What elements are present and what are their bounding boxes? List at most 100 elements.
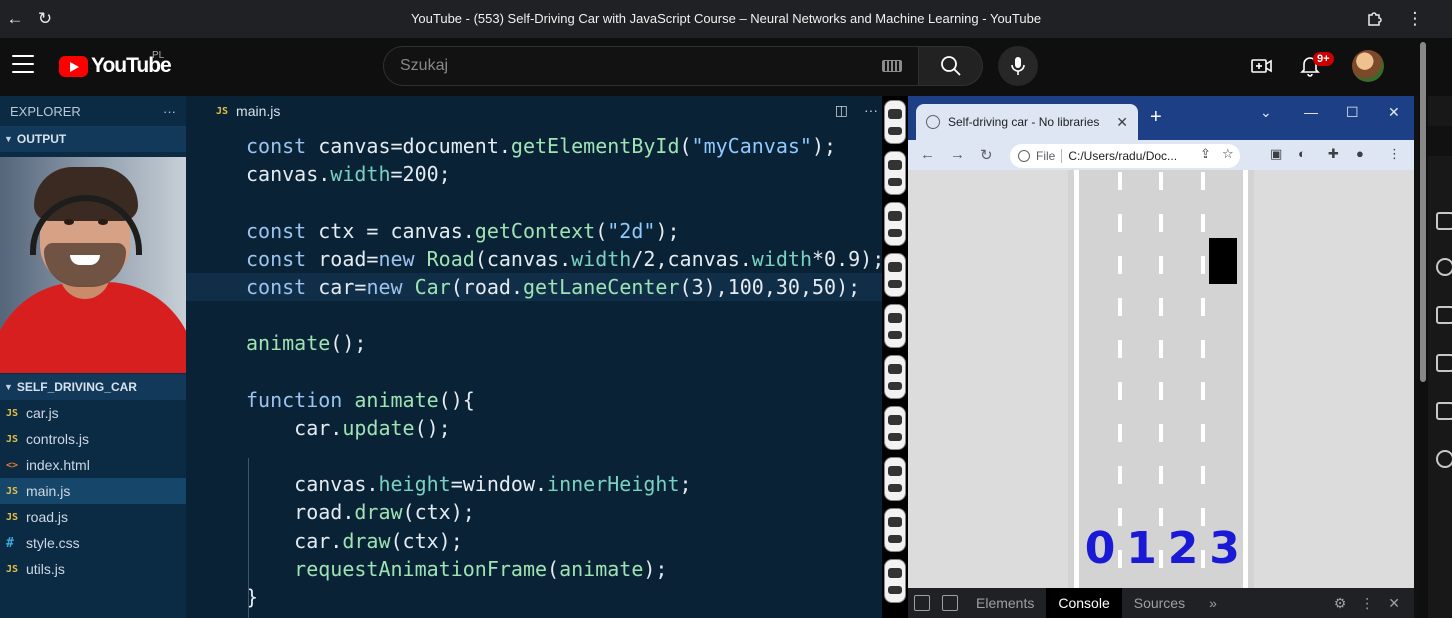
web-page: 0123 (908, 170, 1414, 588)
file-item-car-js[interactable]: JS car.js (0, 400, 186, 426)
code-line[interactable] (186, 442, 882, 470)
reload-icon[interactable]: ↻ (980, 146, 993, 164)
file-item-index-html[interactable]: <> index.html (0, 452, 186, 478)
code-line[interactable]: } (186, 583, 882, 611)
tab-main-js[interactable]: JS main.js (186, 96, 280, 126)
new-tab-icon[interactable]: + (1150, 106, 1162, 129)
code-line[interactable]: const road=new Road(canvas.width/2,canva… (186, 245, 884, 273)
code-line[interactable]: animate(); (186, 329, 882, 357)
source-control-icon[interactable] (1436, 306, 1452, 324)
address-text: C:/Users/radu/Doc... (1068, 149, 1178, 163)
avatar[interactable] (1352, 50, 1384, 82)
code-line[interactable]: canvas.height=window.innerHeight; (186, 470, 882, 498)
close-window-icon[interactable]: ✕ (1388, 104, 1400, 121)
code-area[interactable]: const canvas=document.getElementById("my… (186, 132, 884, 618)
page-scrollbar[interactable] (1418, 38, 1428, 618)
window-titlebar: ← ↻ YouTube - (553) Self-Driving Car wit… (0, 0, 1452, 38)
scrollbar-thumb[interactable] (1420, 42, 1426, 382)
split-editor-icon[interactable]: ◫ (835, 102, 848, 119)
lane-divider (1200, 382, 1205, 400)
more-tabs-icon[interactable]: » (1197, 588, 1229, 618)
puzzle-icon[interactable]: ✚ (1328, 146, 1339, 162)
output-section-header[interactable]: ▼ OUTPUT (0, 126, 186, 152)
file-item-main-js[interactable]: JS main.js (0, 478, 186, 504)
bookmark-star-icon[interactable]: ☆ (1222, 146, 1234, 162)
maximize-icon[interactable]: ☐ (1346, 104, 1359, 121)
create-video-icon (1251, 59, 1272, 73)
close-devtools-icon[interactable]: ✕ (1388, 595, 1400, 612)
js-file-icon: JS (6, 433, 19, 445)
forward-icon[interactable]: → (950, 146, 965, 163)
tab-elements[interactable]: Elements (964, 588, 1046, 618)
tab-console[interactable]: Console (1046, 588, 1122, 618)
file-item-controls-js[interactable]: JS controls.js (0, 426, 186, 452)
code-line[interactable] (186, 188, 882, 216)
devtools-menu-icon[interactable]: ⋮ (1360, 595, 1374, 612)
remote-icon[interactable] (1436, 450, 1452, 468)
code-line[interactable]: function animate(){ (186, 386, 882, 414)
device-toolbar-icon[interactable] (942, 595, 958, 611)
lane-divider (1159, 298, 1163, 316)
vscode-sidebar: EXPLORER ··· ▼ OUTPUT ▼ SELF_DRIVING_CAR… (0, 96, 186, 618)
js-file-icon: JS (6, 511, 19, 523)
chrome-tab[interactable]: Self-driving car - No libraries ✕ (916, 104, 1138, 140)
extension-icon[interactable]: ▣ (1270, 146, 1282, 162)
code-line[interactable]: car.update(); (186, 414, 882, 442)
close-tab-icon[interactable]: ✕ (1116, 114, 1128, 131)
settings-gear-icon[interactable]: ⚙ (1334, 595, 1347, 612)
lane-divider (1200, 256, 1205, 274)
lane-divider (1117, 382, 1122, 400)
search-icon[interactable] (1436, 258, 1452, 276)
extensions-icon[interactable] (1436, 402, 1452, 420)
code-line[interactable]: const car=new Car(road.getLaneCenter(3),… (186, 272, 882, 302)
profile-icon[interactable]: ● (1356, 146, 1364, 161)
files-icon[interactable] (1436, 212, 1452, 230)
chrome-tabstrip: Self-driving car - No libraries ✕ + ⌄ — … (908, 96, 1414, 140)
more-actions-icon[interactable]: ··· (864, 102, 878, 119)
chrome-menu-icon[interactable]: ⋮ (1388, 146, 1401, 162)
more-menu-icon[interactable]: ⋮ (1400, 0, 1430, 38)
tab-sources[interactable]: Sources (1122, 588, 1197, 618)
menu-icon[interactable] (12, 55, 34, 73)
file-item-utils-js[interactable]: JS utils.js (0, 556, 186, 582)
code-line[interactable]: requestAnimationFrame(animate); (186, 555, 882, 583)
code-line[interactable]: const ctx = canvas.getContext("2d"); (186, 217, 882, 245)
lane-divider (1117, 550, 1122, 568)
keyboard-icon[interactable] (882, 60, 902, 72)
code-line[interactable] (186, 301, 882, 329)
search-input[interactable] (400, 57, 882, 75)
car-icon (884, 457, 906, 501)
search-button[interactable] (919, 46, 983, 86)
globe-icon (926, 115, 940, 129)
tab-search-icon[interactable]: ⌄ (1260, 104, 1272, 121)
lane-divider (1159, 508, 1163, 526)
explorer-menu-icon[interactable]: ··· (163, 104, 176, 119)
back-icon[interactable]: ← (920, 146, 935, 163)
code-line[interactable]: canvas.width=200; (186, 160, 882, 188)
extensions-icon[interactable] (1360, 0, 1390, 38)
code-line[interactable]: car.draw(ctx); (186, 527, 882, 555)
code-line[interactable]: const canvas=document.getElementById("my… (186, 132, 882, 160)
file-item-style-css[interactable]: # style.css (0, 530, 186, 556)
road-border-left (1074, 170, 1079, 588)
share-icon[interactable]: ⇪ (1200, 146, 1211, 162)
file-name: utils.js (26, 561, 65, 577)
back-arrow-icon[interactable]: ← (0, 0, 30, 38)
project-section-header[interactable]: ▼ SELF_DRIVING_CAR (0, 374, 186, 400)
code-line[interactable]: road.draw(ctx); (186, 498, 882, 526)
video-player[interactable]: EXPLORER ··· ▼ OUTPUT ▼ SELF_DRIVING_CAR… (0, 96, 1418, 618)
lane-divider (1117, 172, 1122, 190)
voice-search-button[interactable] (998, 46, 1038, 86)
chevron-down-icon: ▼ (4, 134, 13, 144)
file-name: controls.js (26, 431, 90, 447)
reload-icon[interactable]: ↻ (30, 0, 60, 38)
create-video-button[interactable] (1250, 54, 1274, 78)
lane-number: 3 (1209, 523, 1240, 574)
minimize-icon[interactable]: — (1304, 104, 1318, 120)
debug-icon[interactable] (1436, 354, 1452, 372)
inspect-icon[interactable] (914, 595, 930, 611)
code-line[interactable] (186, 358, 882, 386)
file-item-road-js[interactable]: JS road.js (0, 504, 186, 530)
code-editor[interactable]: JS main.js ◫ ··· const canvas=document.g… (186, 96, 884, 618)
extension-icon-2[interactable]: ◐ (1298, 146, 1306, 161)
